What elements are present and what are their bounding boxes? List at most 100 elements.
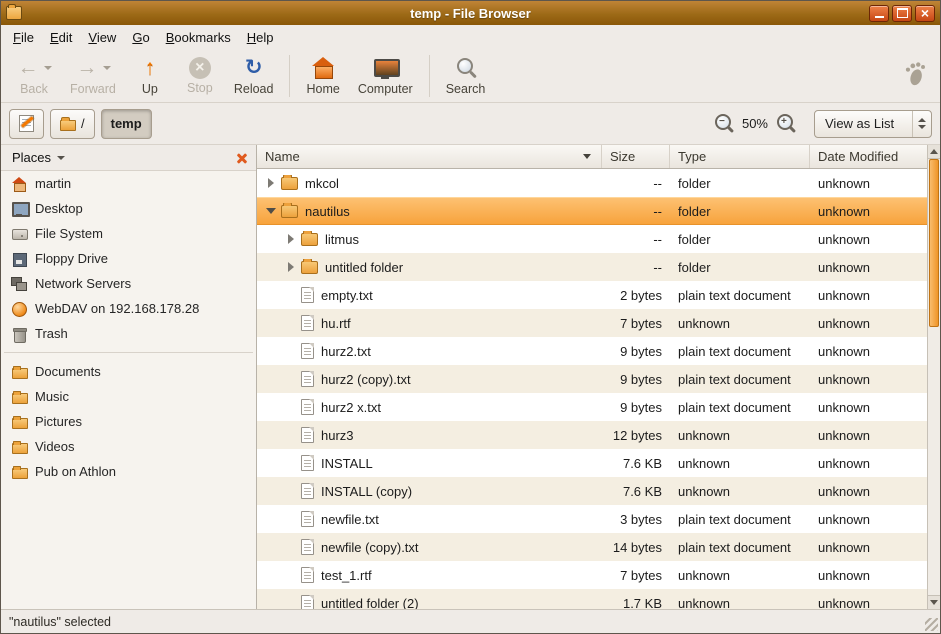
file-row[interactable]: INSTALL (copy) 7.6 KB unknown unknown bbox=[257, 477, 927, 505]
file-row[interactable]: hurz2 x.txt 9 bytes plain text document … bbox=[257, 393, 927, 421]
file-type: plain text document bbox=[670, 512, 810, 527]
sidebar-item-label: File System bbox=[35, 226, 103, 241]
network-icon bbox=[11, 276, 27, 292]
forward-button[interactable]: Forward bbox=[61, 52, 125, 100]
title-bar[interactable]: temp - File Browser bbox=[1, 1, 940, 25]
home-button[interactable]: Home bbox=[297, 52, 348, 100]
stop-icon bbox=[189, 57, 211, 79]
folder-icon bbox=[11, 464, 27, 480]
file-row[interactable]: newfile (copy).txt 14 bytes plain text d… bbox=[257, 533, 927, 561]
sidebar-item-pictures[interactable]: Pictures bbox=[1, 409, 256, 434]
file-date: unknown bbox=[810, 344, 927, 359]
zoom-in-button[interactable]: + bbox=[775, 112, 797, 136]
file-date: unknown bbox=[810, 176, 927, 191]
file-size: 7.6 KB bbox=[602, 484, 670, 499]
sidebar-item-desktop[interactable]: Desktop bbox=[1, 196, 256, 221]
file-icon bbox=[301, 399, 314, 415]
sidebar-item-music[interactable]: Music bbox=[1, 384, 256, 409]
sidebar-item-videos[interactable]: Videos bbox=[1, 434, 256, 459]
expander-icon[interactable] bbox=[283, 231, 299, 247]
minimize-button[interactable] bbox=[869, 5, 889, 22]
resize-grip[interactable] bbox=[925, 618, 938, 631]
file-icon bbox=[301, 287, 314, 303]
file-date: unknown bbox=[810, 568, 927, 583]
file-row[interactable]: untitled folder -- folder unknown bbox=[257, 253, 927, 281]
file-type: folder bbox=[670, 176, 810, 191]
toggle-location-entry-button[interactable] bbox=[9, 109, 44, 139]
file-row[interactable]: test_1.rtf 7 bytes unknown unknown bbox=[257, 561, 927, 589]
menu-bookmarks[interactable]: Bookmarks bbox=[158, 27, 239, 48]
file-name: hurz2 x.txt bbox=[321, 400, 381, 415]
scroll-down-button[interactable] bbox=[928, 595, 940, 609]
file-row[interactable]: hurz3 12 bytes unknown unknown bbox=[257, 421, 927, 449]
file-name: litmus bbox=[325, 232, 359, 247]
scroll-up-button[interactable] bbox=[928, 145, 940, 159]
file-name: newfile (copy).txt bbox=[321, 540, 419, 555]
path-current-button[interactable]: temp bbox=[101, 109, 152, 139]
back-button[interactable]: Back bbox=[7, 52, 61, 100]
expander-icon[interactable] bbox=[263, 175, 279, 191]
sidebar-item-label: Network Servers bbox=[35, 276, 131, 291]
file-row[interactable]: INSTALL 7.6 KB unknown unknown bbox=[257, 449, 927, 477]
menu-edit[interactable]: Edit bbox=[42, 27, 80, 48]
view-mode-select[interactable]: View as List bbox=[814, 110, 932, 138]
places-selector[interactable]: Places bbox=[8, 148, 69, 167]
reload-button[interactable]: Reload bbox=[225, 52, 283, 100]
menu-help[interactable]: Help bbox=[239, 27, 282, 48]
file-size: -- bbox=[602, 260, 670, 275]
expander-icon[interactable] bbox=[283, 259, 299, 275]
file-row[interactable]: hurz2 (copy).txt 9 bytes plain text docu… bbox=[257, 365, 927, 393]
sidebar-item-pub-on-athlon[interactable]: Pub on Athlon bbox=[1, 459, 256, 484]
expander-icon[interactable] bbox=[263, 203, 279, 219]
sidebar-item-label: Documents bbox=[35, 364, 101, 379]
close-sidebar-button[interactable] bbox=[235, 151, 249, 165]
file-row[interactable]: untitled folder (2) 1.7 KB unknown unkno… bbox=[257, 589, 927, 609]
scrollbar-thumb[interactable] bbox=[929, 159, 939, 327]
file-row-selected[interactable]: nautilus -- folder unknown bbox=[257, 197, 927, 225]
column-header-date-modified[interactable]: Date Modified bbox=[810, 145, 927, 168]
back-dropdown-icon[interactable] bbox=[44, 66, 52, 70]
sidebar-item-webdav[interactable]: WebDAV on 192.168.178.28 bbox=[1, 296, 256, 321]
file-name: nautilus bbox=[305, 204, 350, 219]
column-header-size[interactable]: Size bbox=[602, 145, 670, 168]
file-row[interactable]: mkcol -- folder unknown bbox=[257, 169, 927, 197]
sidebar-item-martin[interactable]: martin bbox=[1, 171, 256, 196]
up-button[interactable]: Up bbox=[125, 52, 175, 100]
sidebar-item-documents[interactable]: Documents bbox=[1, 359, 256, 384]
file-row[interactable]: hu.rtf 7 bytes unknown unknown bbox=[257, 309, 927, 337]
forward-dropdown-icon[interactable] bbox=[103, 66, 111, 70]
menu-file[interactable]: File bbox=[5, 27, 42, 48]
column-header-name[interactable]: Name bbox=[257, 145, 602, 168]
file-name: hurz2.txt bbox=[321, 344, 371, 359]
menu-go[interactable]: Go bbox=[124, 27, 157, 48]
search-button[interactable]: Search bbox=[437, 52, 495, 100]
scrollbar-track[interactable] bbox=[928, 159, 940, 595]
file-size: 3 bytes bbox=[602, 512, 670, 527]
gnome-throbber-icon bbox=[904, 61, 926, 90]
file-type: plain text document bbox=[670, 540, 810, 555]
zoom-out-button[interactable]: − bbox=[713, 112, 735, 136]
file-row[interactable]: litmus -- folder unknown bbox=[257, 225, 927, 253]
sidebar-item-trash[interactable]: Trash bbox=[1, 321, 256, 346]
file-row[interactable]: empty.txt 2 bytes plain text document un… bbox=[257, 281, 927, 309]
menu-view[interactable]: View bbox=[80, 27, 124, 48]
close-button[interactable] bbox=[915, 5, 935, 22]
column-header-type[interactable]: Type bbox=[670, 145, 810, 168]
sidebar-item-file-system[interactable]: File System bbox=[1, 221, 256, 246]
sidebar-item-network-servers[interactable]: Network Servers bbox=[1, 271, 256, 296]
file-name: untitled folder bbox=[325, 260, 403, 275]
sidebar-item-floppy-drive[interactable]: Floppy Drive bbox=[1, 246, 256, 271]
file-row[interactable]: newfile.txt 3 bytes plain text document … bbox=[257, 505, 927, 533]
status-bar: "nautilus" selected bbox=[1, 609, 940, 633]
vertical-scrollbar[interactable] bbox=[927, 145, 940, 609]
maximize-button[interactable] bbox=[892, 5, 912, 22]
stop-button[interactable]: Stop bbox=[175, 52, 225, 100]
file-size: -- bbox=[602, 204, 670, 219]
path-root-button[interactable]: / bbox=[50, 109, 95, 139]
edit-location-icon bbox=[19, 115, 34, 132]
up-icon bbox=[138, 56, 162, 80]
webdav-icon bbox=[11, 301, 27, 317]
file-icon bbox=[301, 595, 314, 609]
file-row[interactable]: hurz2.txt 9 bytes plain text document un… bbox=[257, 337, 927, 365]
computer-button[interactable]: Computer bbox=[349, 52, 422, 100]
